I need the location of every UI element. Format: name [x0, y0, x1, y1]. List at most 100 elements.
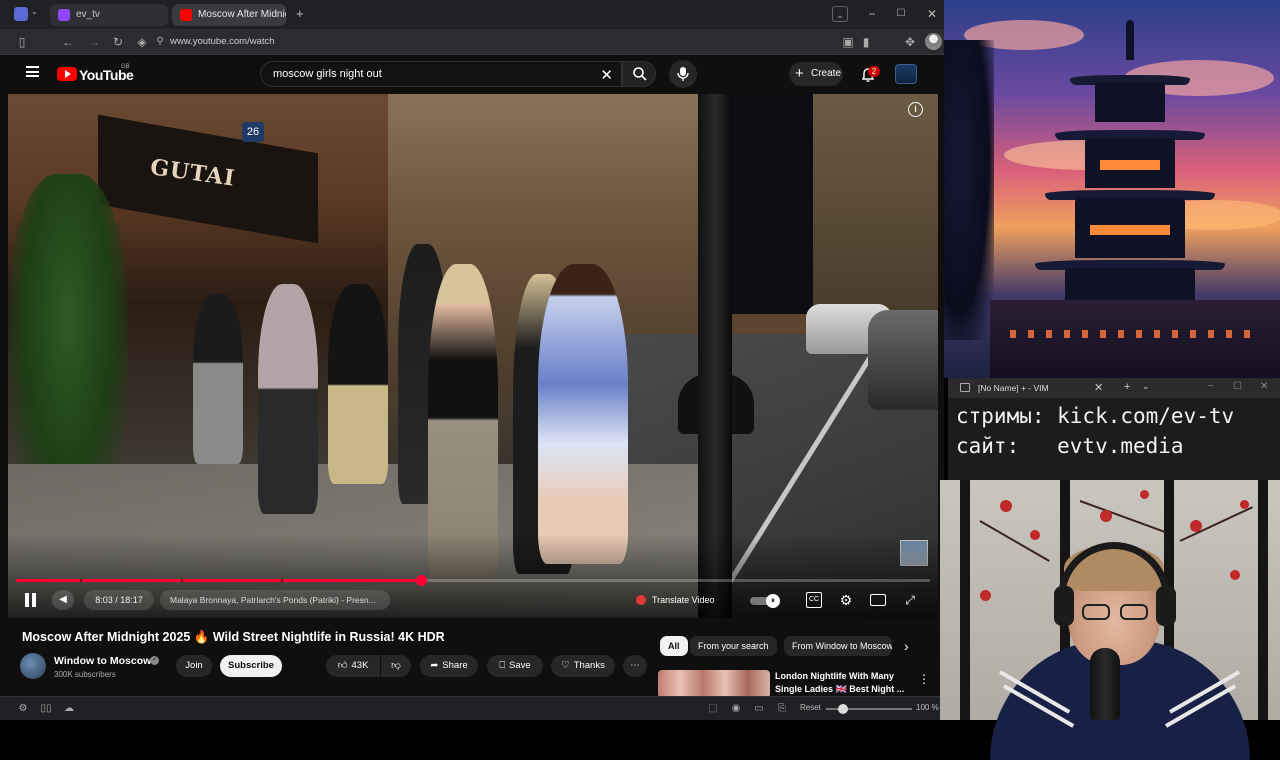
- address-bar: ▯ ← → ↻ ◈ ⚲ www.youtube.com/watch ▣ ▮ ✥: [0, 29, 944, 55]
- volume-icon[interactable]: ◀: [52, 590, 74, 610]
- recommended-video-title[interactable]: London Nightlife With Many Single Ladies…: [775, 670, 915, 696]
- settings-gear-icon[interactable]: ⚙: [16, 702, 30, 716]
- close-icon[interactable]: ✕: [1260, 381, 1268, 392]
- tree-silhouette: [944, 40, 994, 340]
- browser-menu-icon[interactable]: [14, 7, 28, 21]
- hamburger-menu-icon[interactable]: [26, 66, 39, 77]
- browser-window: ⌄ ev_tv Moscow After Midnight + ⌄ − ☐ ✕ …: [0, 0, 944, 720]
- notification-badge: 2: [868, 66, 880, 77]
- minimize-icon[interactable]: −: [1208, 381, 1214, 392]
- thumbs-up-icon: 👍︎: [337, 660, 348, 671]
- window-icon[interactable]: ▭: [752, 702, 766, 716]
- pagoda-window: [1100, 160, 1160, 170]
- profile-avatar[interactable]: [925, 33, 942, 50]
- chevron-down-icon[interactable]: ⌄: [31, 7, 38, 16]
- minimize-icon[interactable]: −: [864, 6, 880, 22]
- camera-icon[interactable]: ◉: [729, 702, 743, 716]
- like-button[interactable]: 👍︎ 43K: [326, 655, 380, 677]
- search-input[interactable]: moscow girls night out ✕: [260, 61, 622, 87]
- bookmark-icon[interactable]: ▮: [858, 34, 874, 50]
- close-icon[interactable]: ✕: [1094, 381, 1103, 394]
- autoplay-toggle[interactable]: ⏸: [748, 592, 782, 608]
- video-player[interactable]: GUTAI 26 i ◀ 8:03 / 18:17 Malaya Bronnay…: [8, 94, 938, 618]
- more-actions-button[interactable]: ⋯: [623, 655, 647, 677]
- translate-video-button[interactable]: Translate Video: [630, 590, 730, 610]
- time-display: 8:03 / 18:17: [84, 590, 154, 610]
- search-button[interactable]: [622, 61, 656, 87]
- capture-icon[interactable]: ⬚: [706, 702, 720, 716]
- youtube-logo-icon[interactable]: [57, 67, 77, 81]
- theater-mode-icon[interactable]: [870, 594, 886, 606]
- forward-icon[interactable]: →: [86, 34, 102, 50]
- glasses: [1082, 604, 1152, 622]
- maximize-icon[interactable]: ☐: [1233, 381, 1242, 392]
- subtitles-icon[interactable]: CC: [806, 592, 822, 608]
- create-button[interactable]: + Create: [789, 62, 843, 86]
- chapter-title[interactable]: Malaya Bronnaya, Patriarch's Ponds (Patr…: [160, 590, 390, 610]
- chevron-right-icon[interactable]: ›: [904, 638, 909, 654]
- new-tab-icon[interactable]: +: [1124, 381, 1130, 393]
- dislike-button[interactable]: 👎︎: [381, 655, 411, 677]
- account-avatar[interactable]: [895, 64, 917, 84]
- zoom-reset-button[interactable]: Reset: [800, 703, 821, 712]
- zoom-slider-knob[interactable]: [838, 704, 849, 714]
- subscribe-button[interactable]: Subscribe: [220, 655, 282, 677]
- more-vertical-icon[interactable]: ⋮: [918, 672, 930, 686]
- blossom: [980, 590, 991, 601]
- close-icon[interactable]: ✕: [924, 6, 940, 22]
- thanks-heart-icon: ♡: [561, 660, 570, 671]
- twitch-favicon-icon: [58, 9, 70, 21]
- more-horizontal-icon: ⋯: [630, 660, 640, 671]
- channel-avatar[interactable]: [20, 653, 46, 679]
- vim-tab-title[interactable]: [No Name] + - VIM: [978, 383, 1049, 393]
- clear-search-icon[interactable]: ✕: [600, 66, 613, 84]
- reload-icon[interactable]: ↻: [110, 34, 126, 50]
- pagoda-spire: [1126, 20, 1134, 60]
- chip-from-your-search[interactable]: From your search: [690, 636, 777, 656]
- sidebar-toggle-icon[interactable]: ▯: [14, 34, 30, 50]
- page-actions-icon[interactable]: ⎘: [775, 702, 789, 716]
- tab-search-icon[interactable]: ⌄: [832, 6, 848, 22]
- vim-titlebar: [No Name] + - VIM ✕ + ⌄ − ☐ ✕: [948, 378, 1280, 398]
- verified-check-icon: ✓: [150, 656, 159, 665]
- pause-button[interactable]: [24, 593, 38, 607]
- settings-gear-icon[interactable]: ⚙: [838, 592, 854, 608]
- thanks-label: Thanks: [573, 660, 605, 671]
- headphone-earcup: [1054, 586, 1074, 626]
- voice-search-button[interactable]: [669, 60, 697, 88]
- back-icon[interactable]: ←: [60, 34, 76, 50]
- headphone-earcup: [1156, 586, 1176, 626]
- chip-from-channel[interactable]: From Window to Moscow: [784, 636, 892, 656]
- thanks-button[interactable]: ♡ Thanks: [551, 655, 615, 677]
- screen-frame: [960, 480, 970, 720]
- info-icon[interactable]: i: [908, 102, 923, 117]
- shield-icon[interactable]: ◈: [134, 34, 150, 50]
- tab-ev-tv[interactable]: ev_tv: [50, 4, 168, 26]
- pagoda-tier: [1095, 82, 1165, 122]
- tab-strip: ⌄ ev_tv Moscow After Midnight + ⌄ − ☐ ✕: [0, 0, 944, 29]
- channel-name[interactable]: Window to Moscow: [54, 655, 151, 667]
- screen-frame: [1258, 480, 1268, 720]
- join-button[interactable]: Join: [176, 655, 212, 677]
- screenshot-icon[interactable]: ▣: [840, 34, 856, 50]
- blossom: [1190, 520, 1202, 532]
- share-button[interactable]: ➦ Share: [420, 655, 478, 677]
- maximize-icon[interactable]: ☐: [893, 6, 909, 22]
- site-info-icon[interactable]: ⚲: [152, 34, 168, 50]
- chevron-down-icon[interactable]: ⌄: [1142, 381, 1150, 392]
- tile-panels-icon[interactable]: ▯▯: [39, 702, 53, 716]
- recommended-video-thumbnail[interactable]: [658, 670, 770, 698]
- branch: [979, 520, 1050, 562]
- terminal-icon: [960, 383, 970, 392]
- progress-bar[interactable]: [16, 575, 930, 586]
- new-tab-button[interactable]: +: [296, 6, 304, 21]
- fullscreen-icon[interactable]: ⤢: [902, 592, 918, 608]
- chip-all[interactable]: All: [660, 636, 688, 656]
- youtube-favicon-icon: [180, 9, 192, 21]
- cloud-icon[interactable]: ☁: [62, 702, 76, 716]
- scene-house-number: 26: [242, 122, 264, 142]
- url-field[interactable]: www.youtube.com/watch: [170, 36, 275, 47]
- extensions-icon[interactable]: ✥: [902, 34, 918, 50]
- tab-youtube-video[interactable]: Moscow After Midnight: [172, 4, 286, 26]
- save-button[interactable]: ⎕ Save: [487, 655, 543, 677]
